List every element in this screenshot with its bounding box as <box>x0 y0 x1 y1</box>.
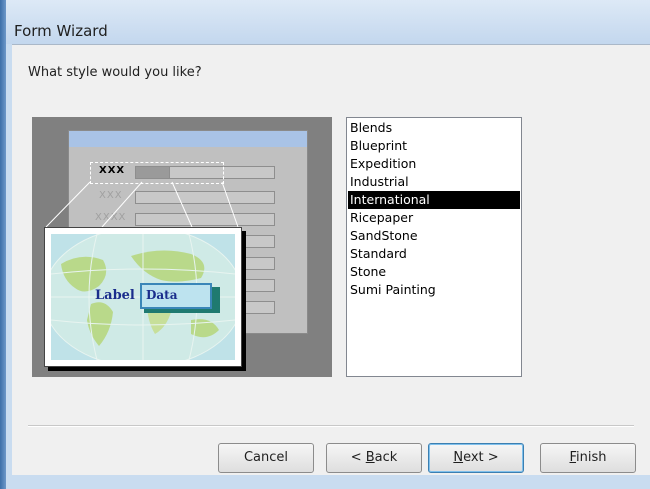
style-option[interactable]: Blueprint <box>348 137 520 155</box>
cancel-button-label: Cancel <box>243 450 289 465</box>
style-option[interactable]: Industrial <box>348 173 520 191</box>
style-option[interactable]: Sumi Painting <box>348 281 520 299</box>
wizard-content: What style would you like? XXX XXX XXXX <box>12 44 650 475</box>
preview-style-sample: Label Data <box>44 227 242 367</box>
wizard-prompt: What style would you like? <box>28 65 202 80</box>
style-option[interactable]: Stone <box>348 263 520 281</box>
style-option[interactable]: Ricepaper <box>348 209 520 227</box>
window-title: Form Wizard <box>14 22 108 40</box>
next-button-label: ext > <box>463 450 499 465</box>
dialog-window: Form Wizard What style would you like? X… <box>0 0 650 489</box>
style-option[interactable]: Standard <box>348 245 520 263</box>
sample-label: Label <box>95 288 135 303</box>
style-option[interactable]: Expedition <box>348 155 520 173</box>
style-option[interactable]: Blends <box>348 119 520 137</box>
cancel-button[interactable]: Cancel <box>218 443 314 473</box>
finish-button[interactable]: Finish <box>540 443 636 473</box>
style-option-selected[interactable]: International <box>348 191 520 209</box>
back-button-prefix: < <box>350 450 366 465</box>
style-listbox[interactable]: Blends Blueprint Expedition Industrial I… <box>346 117 522 377</box>
back-button-label: ack <box>374 450 398 465</box>
style-preview: XXX XXX XXXX <box>32 117 332 377</box>
style-option[interactable]: SandStone <box>348 227 520 245</box>
back-button-accelerator: B <box>365 450 375 465</box>
title-bar[interactable]: Form Wizard <box>6 0 650 44</box>
sample-data: Data <box>146 288 178 302</box>
finish-button-label: inish <box>576 450 607 465</box>
back-button[interactable]: < Back <box>326 443 422 473</box>
next-button-accelerator: N <box>453 450 464 465</box>
button-separator <box>28 425 634 427</box>
window-border <box>0 0 6 489</box>
world-map-background: Label Data <box>51 234 235 360</box>
sample-data-box: Data <box>140 283 212 309</box>
next-button[interactable]: Next > <box>428 443 524 473</box>
